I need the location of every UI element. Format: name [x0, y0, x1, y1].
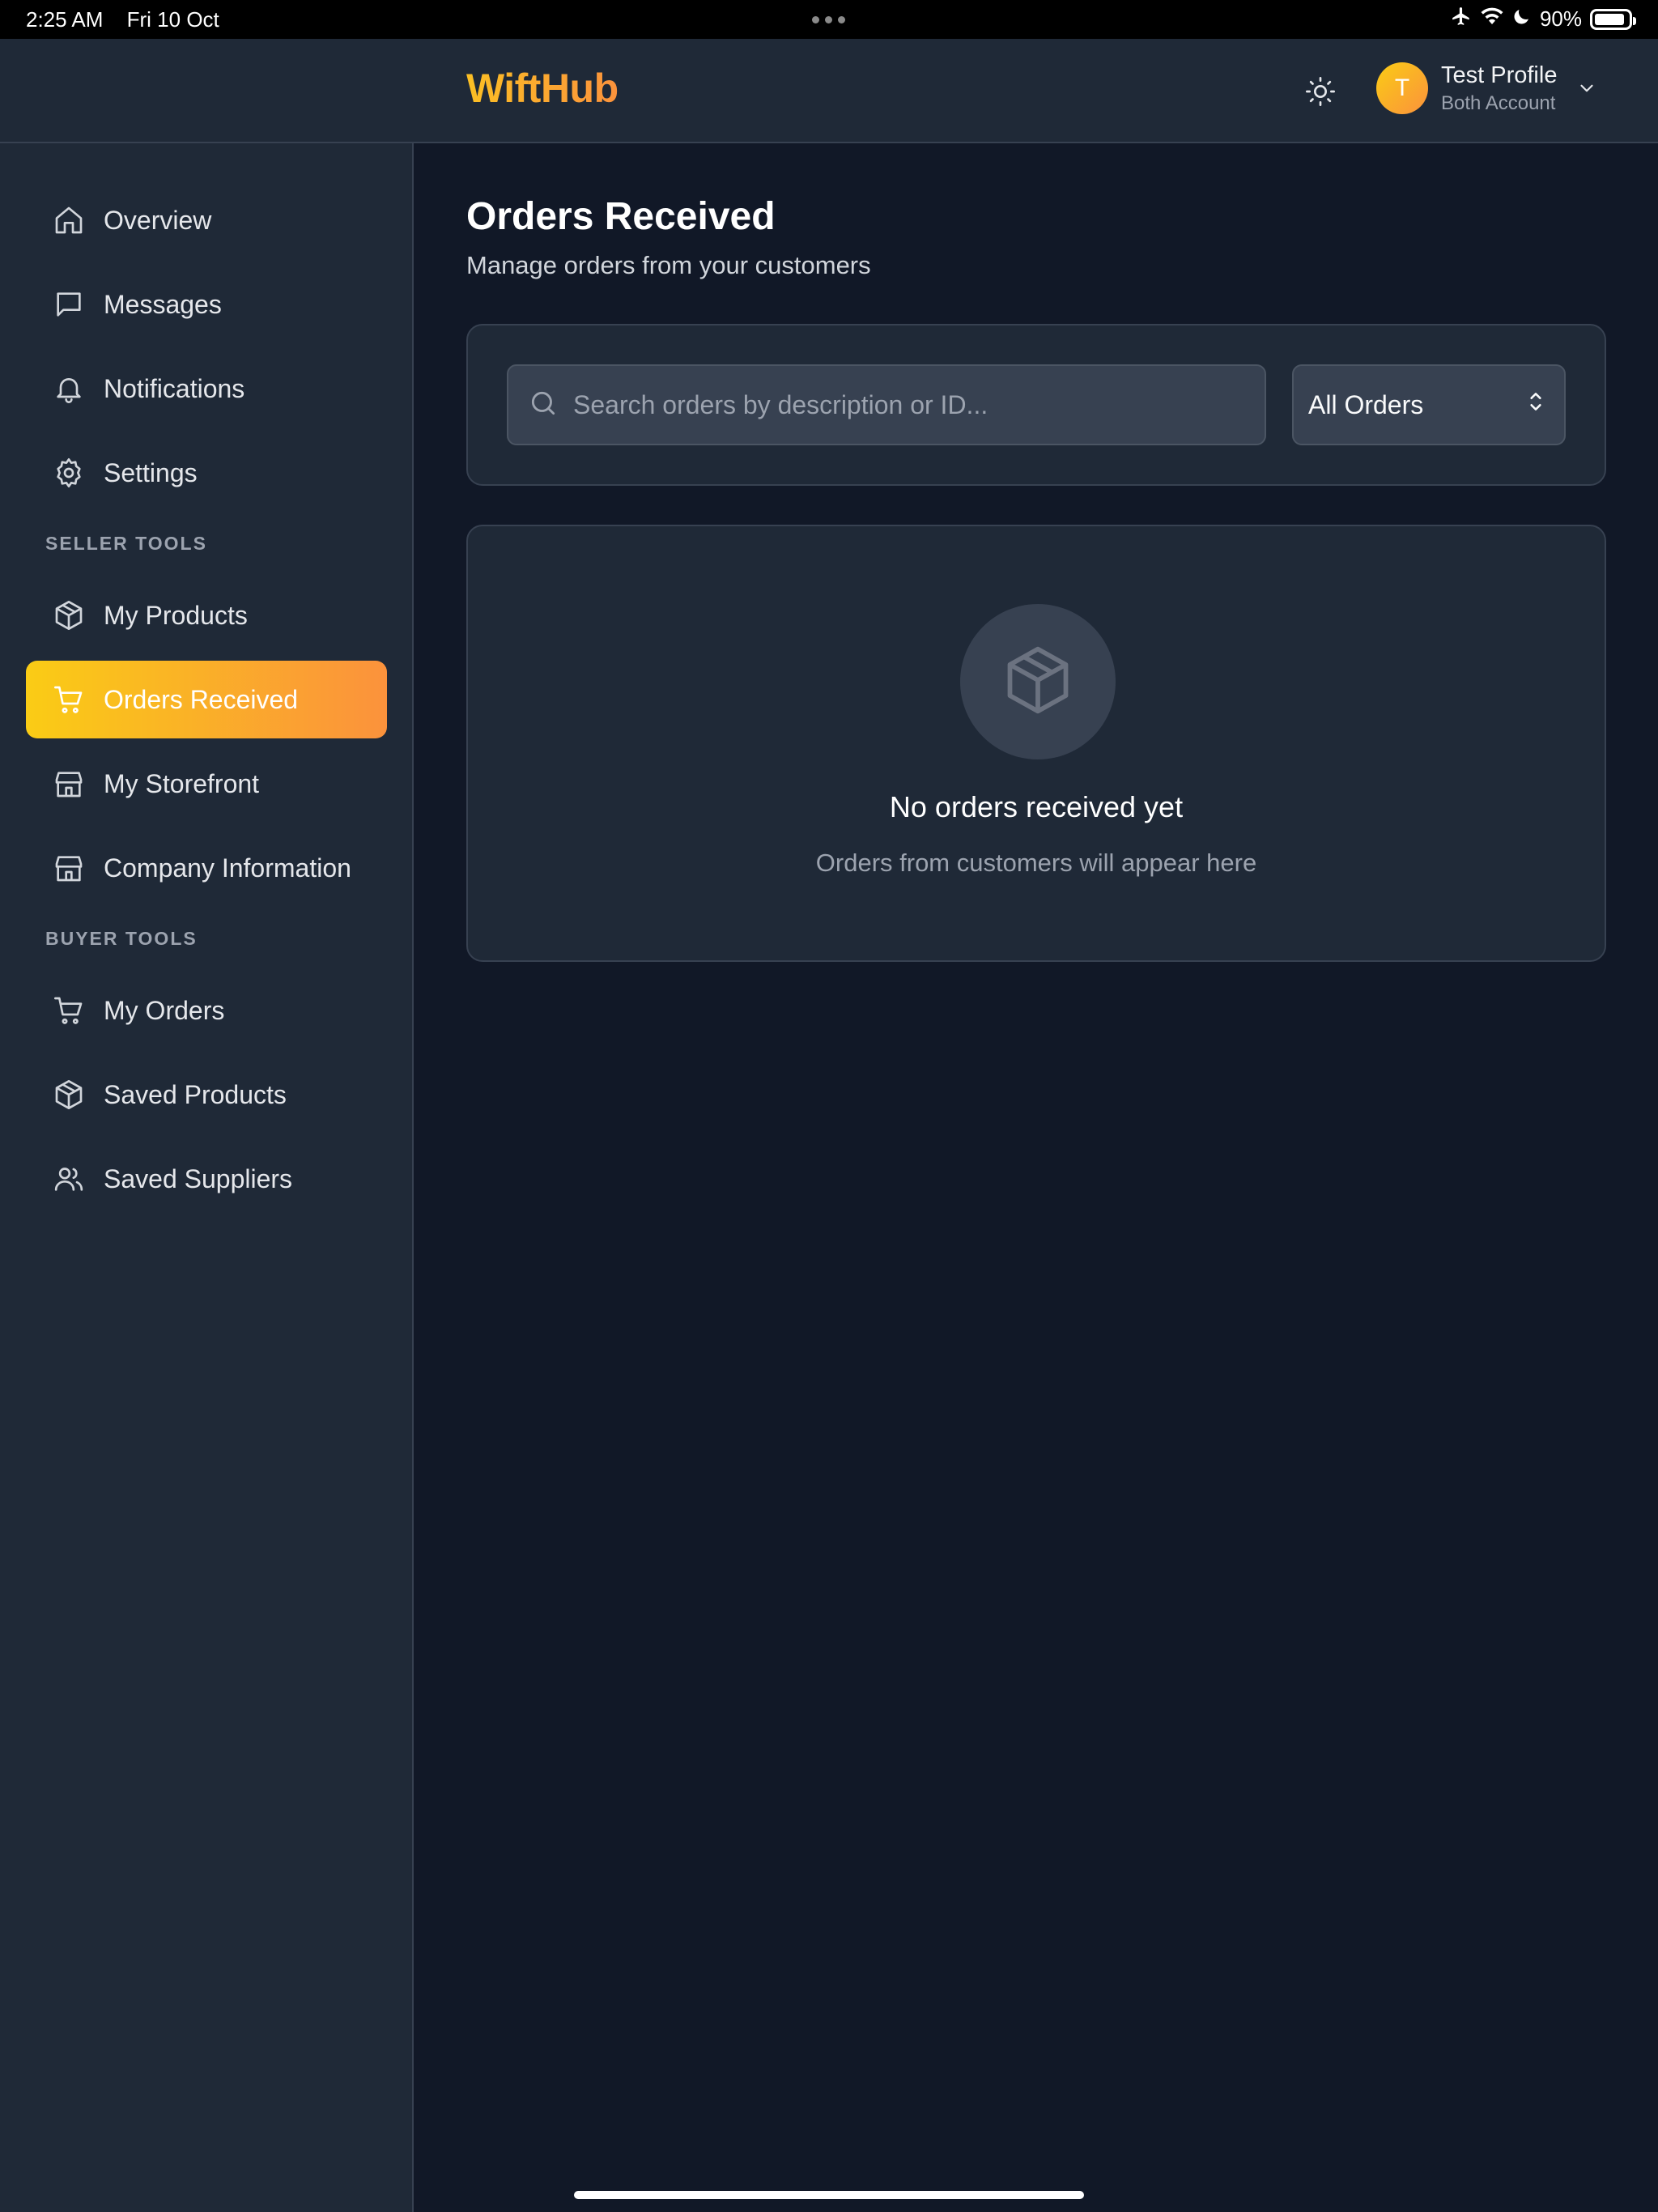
home-icon: [52, 203, 86, 237]
package-icon: [1001, 643, 1075, 721]
search-icon: [528, 388, 559, 423]
sidebar-item-saved-products[interactable]: Saved Products: [26, 1056, 387, 1134]
section-label-seller-tools: SELLER TOOLS: [45, 533, 207, 554]
sidebar-item-overview[interactable]: Overview: [26, 181, 387, 259]
top-bar: WiftHub T Test Profile Both Account: [0, 39, 1658, 143]
section-label-buyer-tools: BUYER TOOLS: [45, 928, 198, 949]
sidebar-item-label: Settings: [104, 457, 198, 487]
filter-card: All Orders: [466, 324, 1606, 486]
sidebar: Overview Messages Notifications Settings…: [0, 143, 414, 2212]
sidebar-item-label: Notifications: [104, 373, 245, 403]
status-time: 2:25 AM: [26, 7, 104, 32]
wifi-icon: [1480, 6, 1504, 32]
chevron-up-down-icon: [1525, 389, 1546, 420]
sidebar-item-my-orders[interactable]: My Orders: [26, 972, 387, 1049]
sidebar-item-settings[interactable]: Settings: [26, 434, 387, 512]
sidebar-item-label: My Orders: [104, 995, 225, 1025]
search-field[interactable]: [507, 364, 1266, 445]
users-icon: [52, 1162, 86, 1196]
package-icon: [52, 598, 86, 632]
battery-percent: 90%: [1539, 6, 1582, 31]
profile-account-type: Both Account: [1441, 91, 1556, 114]
multitasking-dots-icon[interactable]: [812, 16, 845, 23]
bell-icon: [52, 372, 86, 406]
profile-name: Test Profile: [1441, 62, 1558, 88]
theme-toggle-sun-icon[interactable]: [1302, 73, 1339, 110]
order-filter-value: All Orders: [1308, 389, 1424, 419]
profile-menu[interactable]: T Test Profile Both Account: [1376, 62, 1597, 116]
sidebar-item-label: My Storefront: [104, 768, 260, 798]
gear-icon: [52, 456, 86, 490]
home-indicator[interactable]: [574, 2191, 1084, 2199]
sidebar-item-messages[interactable]: Messages: [26, 266, 387, 343]
sidebar-item-notifications[interactable]: Notifications: [26, 350, 387, 428]
empty-state-icon-circle: [960, 604, 1116, 759]
page-title: Orders Received: [466, 195, 776, 238]
battery-icon: [1590, 8, 1636, 30]
sidebar-item-label: Messages: [104, 289, 222, 319]
sidebar-item-my-storefront[interactable]: My Storefront: [26, 745, 387, 823]
store-icon: [52, 851, 86, 885]
sidebar-item-label: Overview: [104, 205, 212, 235]
status-date: Fri 10 Oct: [126, 7, 219, 32]
avatar: T: [1376, 62, 1428, 115]
message-icon: [52, 287, 86, 321]
app-logo[interactable]: WiftHub: [466, 65, 619, 112]
empty-state-title: No orders received yet: [889, 790, 1184, 823]
order-filter-select[interactable]: All Orders: [1292, 364, 1566, 445]
empty-state-message: Orders from customers will appear here: [815, 849, 1257, 877]
chevron-down-icon: [1576, 78, 1597, 103]
sidebar-item-label: Orders Received: [104, 684, 299, 714]
cart-icon: [52, 993, 86, 1027]
sidebar-item-label: My Products: [104, 600, 248, 630]
empty-state-card: No orders received yet Orders from custo…: [466, 525, 1606, 962]
search-input[interactable]: [573, 389, 1265, 420]
sidebar-item-orders-received[interactable]: Orders Received: [26, 661, 387, 738]
page-subtitle: Manage orders from your customers: [466, 251, 871, 279]
sidebar-item-saved-suppliers[interactable]: Saved Suppliers: [26, 1140, 387, 1218]
sidebar-item-my-products[interactable]: My Products: [26, 576, 387, 654]
cart-icon: [52, 683, 86, 717]
package-icon: [52, 1078, 86, 1112]
sidebar-item-label: Company Information: [104, 853, 351, 883]
moon-icon: [1512, 6, 1532, 32]
store-icon: [52, 767, 86, 801]
sidebar-item-label: Saved Suppliers: [104, 1163, 293, 1193]
status-bar: 2:25 AM Fri 10 Oct 90%: [0, 0, 1658, 39]
airplane-icon: [1451, 6, 1472, 32]
sidebar-item-company-information[interactable]: Company Information: [26, 829, 387, 907]
sidebar-item-label: Saved Products: [104, 1079, 287, 1109]
